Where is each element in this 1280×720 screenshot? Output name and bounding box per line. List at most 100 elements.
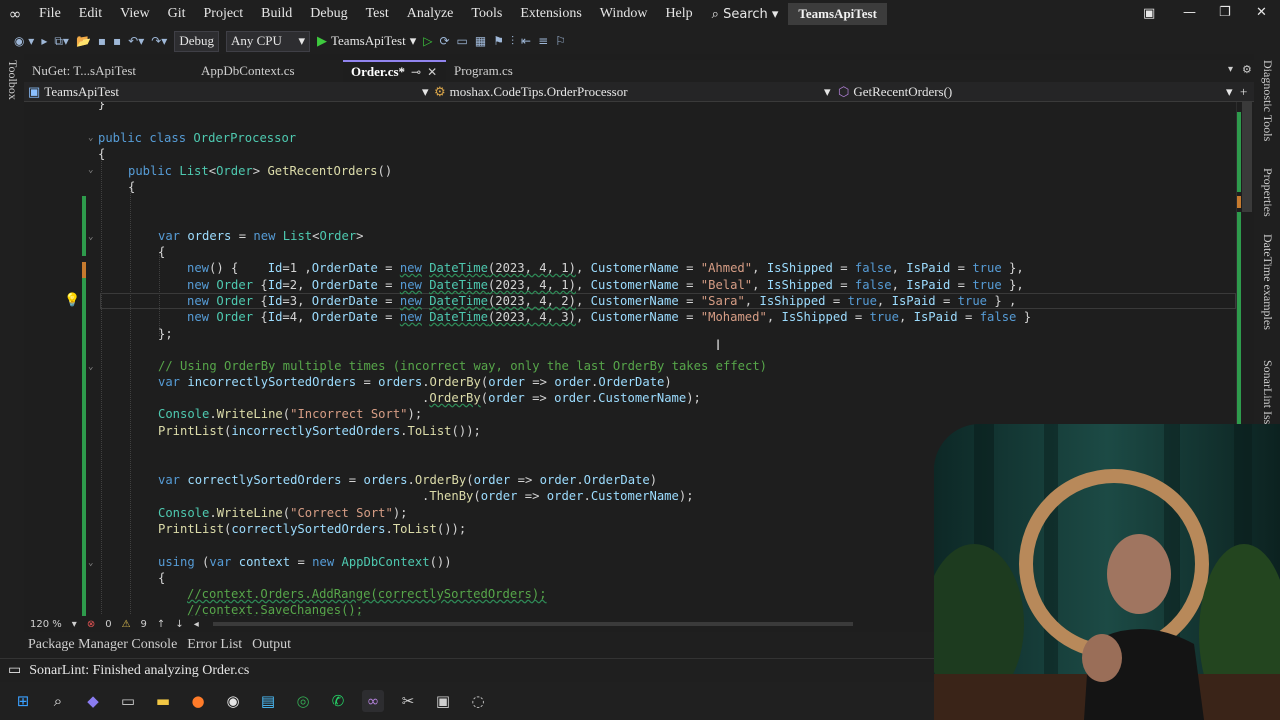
open-folder-icon[interactable]: 📂 (76, 34, 91, 48)
github-icon[interactable]: ◌ (467, 690, 489, 712)
tab-nuget[interactable]: NuGet: T...sApiTest (24, 60, 193, 82)
toolbar-icon-e[interactable]: ⇤ (521, 34, 531, 48)
configuration-select[interactable]: Debug (174, 30, 219, 52)
menu-extensions[interactable]: Extensions (511, 6, 590, 22)
start-without-debugging-icon[interactable]: ▷ (423, 34, 432, 48)
tab-program[interactable]: Program.cs (446, 60, 556, 82)
account-icon[interactable]: ▣ (1143, 6, 1155, 21)
fold-toggle[interactable]: ⌄ (88, 558, 93, 568)
redo-icon[interactable]: ↷▾ (151, 34, 167, 48)
pin-icon[interactable]: ⊸ (411, 65, 421, 80)
whatsapp-icon[interactable]: ✆ (327, 690, 349, 712)
tab-package-manager-console[interactable]: Package Manager Console (28, 637, 177, 653)
fold-toggle[interactable]: ⌄ (88, 165, 93, 175)
scroll-change-marker (1237, 196, 1241, 208)
toolbar-icon-c[interactable]: ⚑ (493, 34, 504, 48)
menu-tools[interactable]: Tools (462, 6, 511, 22)
code-line: new() { Id=1 ,OrderDate = new DateTime(2… (187, 261, 1024, 275)
tab-output[interactable]: Output (252, 637, 291, 653)
chrome-icon[interactable]: ◎ (292, 690, 314, 712)
toolbar-icon-b[interactable]: ▦ (475, 34, 486, 48)
settings-icon[interactable]: ⚙ (1242, 63, 1252, 76)
back-icon[interactable]: ◉ ▾ (14, 34, 34, 48)
menu-window[interactable]: Window (591, 6, 657, 22)
diagnostic-tools-tab[interactable]: Diagnostic Tools (1260, 60, 1275, 141)
nav-down-icon[interactable]: ↓ (175, 619, 183, 630)
zoom-level[interactable]: 120 % (30, 619, 62, 630)
copilot-icon[interactable]: ◆ (82, 690, 104, 712)
close-icon[interactable]: ✕ (427, 65, 437, 80)
menu-file[interactable]: File (30, 6, 70, 22)
menu-edit[interactable]: Edit (70, 6, 111, 22)
menu-git[interactable]: Git (159, 6, 195, 22)
scrollbar-thumb[interactable] (1242, 102, 1252, 212)
navigation-bar: ▣ TeamsApiTest ▾ ⚙ moshax.CodeTips.OrderPr… (24, 82, 1254, 102)
forward-icon[interactable]: ▸ (41, 34, 47, 48)
minimize-button[interactable]: — (1183, 5, 1196, 20)
firefox-icon[interactable]: ● (187, 690, 209, 712)
zoom-dropdown-icon[interactable]: ▾ (72, 619, 77, 630)
menu-analyze[interactable]: Analyze (398, 6, 463, 22)
search-box[interactable]: ⌕ Search ▾ (702, 7, 789, 22)
error-icon[interactable]: ⊗ (87, 619, 95, 630)
toolbar-icon-a[interactable]: ▭ (457, 34, 468, 48)
save-icon[interactable]: ▪ (98, 34, 106, 48)
new-project-icon[interactable]: ⧉▾ (54, 34, 69, 49)
search-icon[interactable]: ⌕ (47, 690, 69, 712)
file-explorer-icon[interactable]: ▬ (152, 690, 174, 712)
tab-error-list[interactable]: Error List (187, 637, 242, 653)
undo-icon[interactable]: ↶▾ (128, 34, 144, 48)
presenter-video-image (934, 424, 1280, 720)
code-line: public List<Order> GetRecentOrders() (128, 164, 393, 178)
change-marker (82, 268, 86, 616)
solution-title: TeamsApiTest (788, 3, 887, 25)
bookmark-icon[interactable]: ⚐ (555, 34, 566, 48)
code-line: } (98, 102, 106, 111)
menu-build[interactable]: Build (252, 6, 301, 22)
close-window-button[interactable]: ✕ (1256, 5, 1267, 20)
properties-tab[interactable]: Properties (1260, 168, 1275, 217)
datetime-examples-tab[interactable]: DateTime examples (1260, 234, 1275, 330)
notepad-icon[interactable]: ▤ (257, 690, 279, 712)
warning-count: 9 (140, 618, 147, 630)
app-icon[interactable]: ▣ (432, 690, 454, 712)
task-view-icon[interactable]: ▭ (117, 690, 139, 712)
lightbulb-icon[interactable]: 💡 (64, 293, 80, 308)
scroll-change-marker (1237, 112, 1241, 192)
platform-select[interactable]: Any CPU ▾ (226, 30, 310, 52)
fold-toggle[interactable]: ⌄ (88, 133, 93, 143)
member-dropdown[interactable]: ⬡ GetRecentOrders() (838, 84, 952, 100)
toolbox-tab[interactable]: Toolbox (5, 60, 20, 100)
nav-up-icon[interactable]: ↑ (157, 619, 165, 630)
fold-toggle[interactable]: ⌄ (88, 232, 93, 242)
tab-order[interactable]: Order.cs* ⊸ ✕ (343, 60, 446, 82)
windows-start-icon[interactable]: ⊞ (12, 690, 34, 712)
warning-icon[interactable]: ⚠ (122, 619, 131, 630)
menu-project[interactable]: Project (195, 6, 253, 22)
menu-help[interactable]: Help (656, 6, 701, 22)
code-line: }; (158, 327, 173, 341)
tab-list-icon[interactable]: ▾ (1228, 64, 1233, 75)
start-debugging-button[interactable]: ▶ TeamsApiTest ▾ (317, 33, 416, 49)
menu-view[interactable]: View (111, 6, 158, 22)
visual-studio-icon[interactable]: ∞ (362, 690, 384, 712)
document-tabs: NuGet: T...sApiTest AppDbContext.cs Orde… (24, 60, 1254, 82)
menu-test[interactable]: Test (357, 6, 398, 22)
menu-debug[interactable]: Debug (301, 6, 356, 22)
hot-reload-icon[interactable]: ⟳ (439, 34, 449, 48)
maximize-button[interactable]: ❐ (1219, 5, 1231, 20)
horizontal-scrollbar[interactable] (212, 622, 853, 626)
toolbar-icon-d[interactable]: ⫶ (511, 34, 514, 49)
project-dropdown[interactable]: ▣ TeamsApiTest (28, 84, 119, 100)
snipping-tool-icon[interactable]: ✂ (397, 690, 419, 712)
toolbar-icon-f[interactable]: ≡ (538, 34, 548, 48)
scroll-left-icon[interactable]: ◂ (194, 619, 199, 630)
obs-icon[interactable]: ◉ (222, 690, 244, 712)
class-dropdown[interactable]: ⚙ moshax.CodeTips.OrderProcessor (434, 84, 628, 100)
save-all-icon[interactable]: ▪ (113, 34, 121, 48)
fold-toggle[interactable]: ⌄ (88, 362, 93, 372)
tab-appdbcontext[interactable]: AppDbContext.cs (193, 60, 343, 82)
code-line: Console.WriteLine("Incorrect Sort"); (158, 407, 423, 421)
split-editor-icon[interactable]: + (1240, 84, 1247, 100)
chevron-down-icon: ▾ (409, 33, 417, 48)
